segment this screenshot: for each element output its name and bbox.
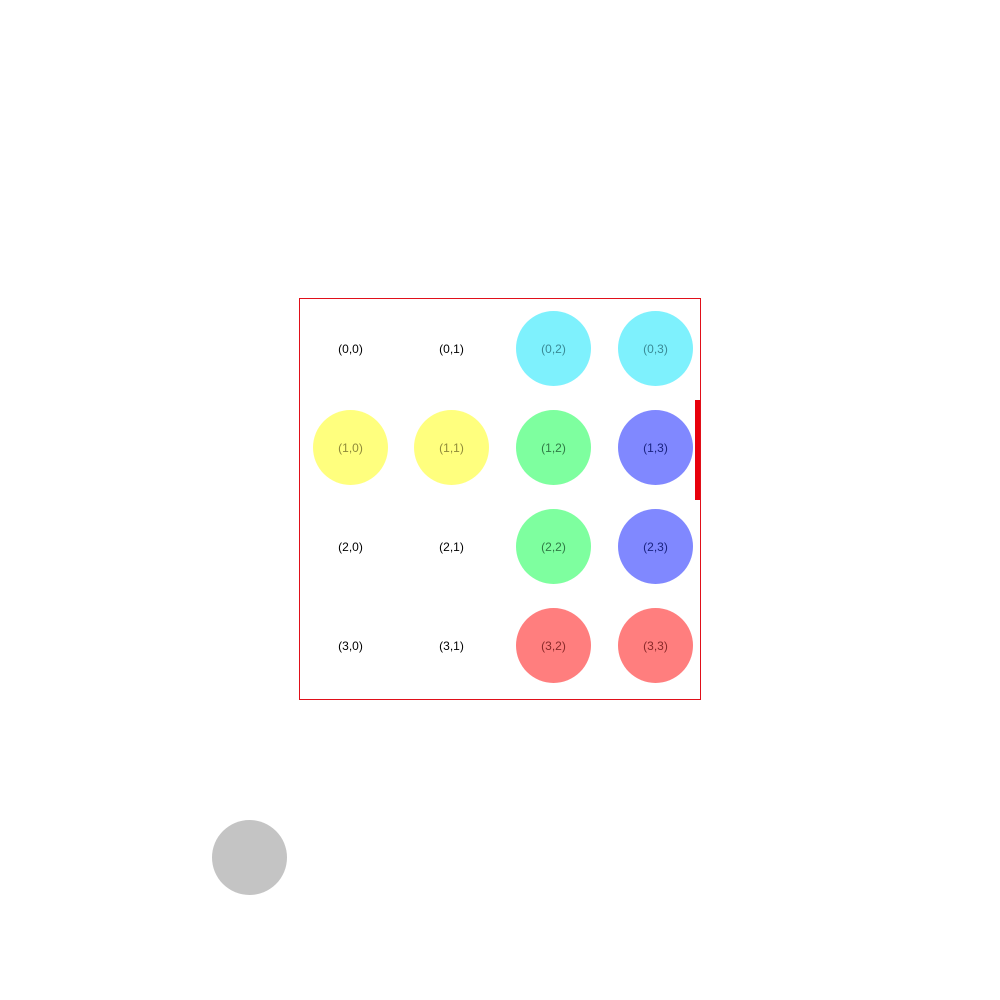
cell-coordinate-label: (0,3) xyxy=(643,341,668,356)
reserve-piece[interactable] xyxy=(212,820,287,895)
board-cell-0-3[interactable]: (0,3) xyxy=(605,299,706,398)
game-piece[interactable]: (1,2) xyxy=(516,410,591,485)
empty-slot: (0,0) xyxy=(313,311,388,386)
board-cell-2-2[interactable]: (2,2) xyxy=(503,497,604,596)
cell-coordinate-label: (2,3) xyxy=(643,539,668,554)
cell-coordinate-label: (1,2) xyxy=(541,440,566,455)
empty-slot: (2,0) xyxy=(313,509,388,584)
cell-coordinate-label: (1,0) xyxy=(338,440,363,455)
board-cell-3-1[interactable]: (3,1) xyxy=(401,596,502,695)
board-cell-1-3[interactable]: (1,3) xyxy=(605,398,706,497)
cell-coordinate-label: (3,0) xyxy=(338,638,363,653)
board-edge-marker xyxy=(695,400,700,500)
board-cell-3-0[interactable]: (3,0) xyxy=(300,596,401,695)
board-cell-1-1[interactable]: (1,1) xyxy=(401,398,502,497)
board-cell-2-3[interactable]: (2,3) xyxy=(605,497,706,596)
cell-coordinate-label: (3,2) xyxy=(541,638,566,653)
board-cell-0-0[interactable]: (0,0) xyxy=(300,299,401,398)
cell-coordinate-label: (3,3) xyxy=(643,638,668,653)
cell-coordinate-label: (0,1) xyxy=(439,341,464,356)
empty-slot: (0,1) xyxy=(414,311,489,386)
board-cell-1-0[interactable]: (1,0) xyxy=(300,398,401,497)
game-board: (0,0) (0,1) (0,2) (0,3) (1,0) (1,1) (1,2) (1,3)… xyxy=(299,298,701,700)
cell-coordinate-label: (1,1) xyxy=(439,440,464,455)
board-cell-3-3[interactable]: (3,3) xyxy=(605,596,706,695)
board-cell-3-2[interactable]: (3,2) xyxy=(503,596,604,695)
board-cell-0-1[interactable]: (0,1) xyxy=(401,299,502,398)
cell-coordinate-label: (3,1) xyxy=(439,638,464,653)
board-cell-1-2[interactable]: (1,2) xyxy=(503,398,604,497)
board-cell-0-2[interactable]: (0,2) xyxy=(503,299,604,398)
cell-coordinate-label: (2,2) xyxy=(541,539,566,554)
game-piece[interactable]: (1,3) xyxy=(618,410,693,485)
game-piece[interactable]: (2,2) xyxy=(516,509,591,584)
cell-coordinate-label: (0,0) xyxy=(338,341,363,356)
game-piece[interactable]: (3,2) xyxy=(516,608,591,683)
board-cell-2-0[interactable]: (2,0) xyxy=(300,497,401,596)
empty-slot: (3,0) xyxy=(313,608,388,683)
cell-coordinate-label: (0,2) xyxy=(541,341,566,356)
game-piece[interactable]: (0,2) xyxy=(516,311,591,386)
game-piece[interactable]: (1,0) xyxy=(313,410,388,485)
cell-coordinate-label: (1,3) xyxy=(643,440,668,455)
cell-coordinate-label: (2,1) xyxy=(439,539,464,554)
board-cell-2-1[interactable]: (2,1) xyxy=(401,497,502,596)
game-piece[interactable]: (0,3) xyxy=(618,311,693,386)
cell-coordinate-label: (2,0) xyxy=(338,539,363,554)
game-piece[interactable]: (1,1) xyxy=(414,410,489,485)
game-piece[interactable]: (3,3) xyxy=(618,608,693,683)
empty-slot: (3,1) xyxy=(414,608,489,683)
empty-slot: (2,1) xyxy=(414,509,489,584)
game-piece[interactable]: (2,3) xyxy=(618,509,693,584)
